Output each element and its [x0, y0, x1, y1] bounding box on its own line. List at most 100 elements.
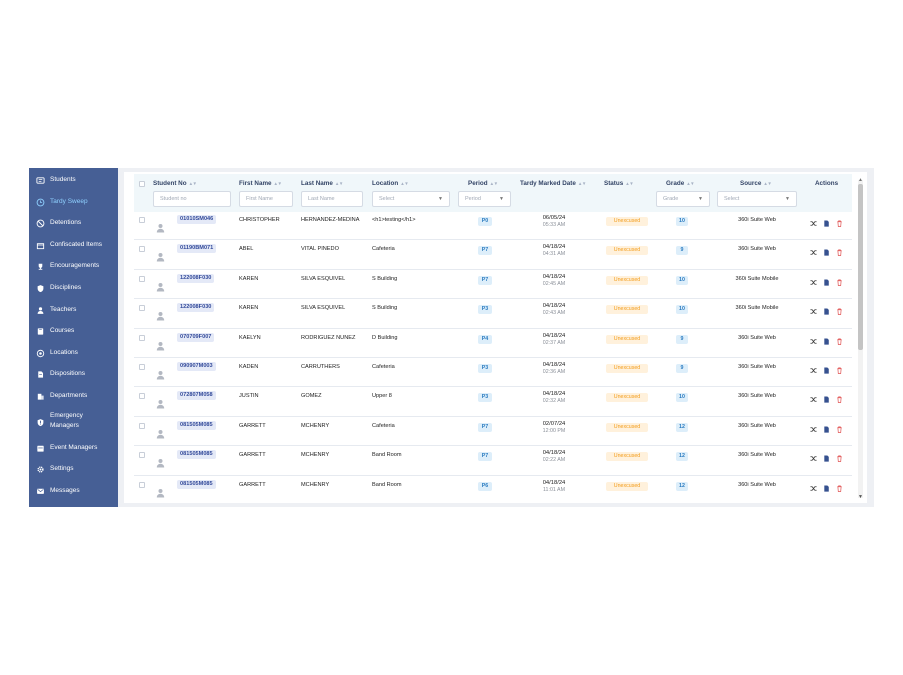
shuffle-icon[interactable]	[810, 367, 817, 374]
student-number[interactable]: 122008F030	[177, 303, 215, 313]
last-name-filter[interactable]: Last Name	[301, 191, 363, 207]
sidebar-item-detentions[interactable]: Detentions	[29, 218, 118, 228]
shuffle-icon[interactable]	[810, 396, 817, 403]
document-icon[interactable]	[823, 485, 830, 492]
shuffle-icon[interactable]	[810, 308, 817, 315]
sidebar-item-tardy-sweep[interactable]: Tardy Sweep	[29, 197, 118, 207]
sidebar-item-settings[interactable]: Settings	[29, 464, 118, 474]
table-row[interactable]: 01010SM046 CHRISTOPHER HERNANDEZ-MEDINA <h1…	[134, 211, 852, 241]
sort-icon[interactable]: ▲▼	[625, 181, 633, 186]
student-number[interactable]: 081505M085	[177, 420, 216, 430]
shuffle-icon[interactable]	[810, 426, 817, 433]
sidebar-item-courses[interactable]: Courses	[29, 326, 118, 336]
student-number[interactable]: 070709F007	[177, 332, 215, 342]
table-row[interactable]: 090907M003 KADEN CARRUTHERS Cafeteria P3 04/1…	[134, 358, 852, 388]
table-row[interactable]: 122008F030 KAREN SILVA ESQUIVEL S Building P…	[134, 299, 852, 329]
student-number[interactable]: 081505M085	[177, 479, 216, 489]
location-select[interactable]: Select ▼	[372, 191, 450, 207]
sort-icon[interactable]: ▲▼	[189, 181, 197, 186]
sidebar-item-disciplines[interactable]: Disciplines	[29, 283, 118, 293]
column-student-no[interactable]: Student No ▲▼	[153, 180, 197, 187]
row-checkbox[interactable]	[139, 481, 145, 488]
column-source[interactable]: Source ▲▼	[740, 180, 772, 187]
document-icon[interactable]	[823, 396, 830, 403]
column-last-name[interactable]: Last Name ▲▼	[301, 180, 343, 187]
trash-icon[interactable]	[836, 396, 843, 404]
scrollbar-thumb[interactable]	[858, 184, 863, 350]
sidebar-item-students[interactable]: Students	[29, 175, 118, 185]
table-row[interactable]: 081505M085 GARRETT MCHENRY Band Room P6 04/18…	[134, 476, 852, 503]
trash-icon[interactable]	[836, 249, 843, 257]
table-row[interactable]: 122008F030 KAREN SILVA ESQUIVEL S Building P…	[134, 270, 852, 300]
sidebar-item-event-managers[interactable]: Event Managers	[29, 443, 118, 453]
source-select[interactable]: Select ▼	[717, 191, 797, 207]
row-checkbox[interactable]	[139, 393, 145, 400]
sidebar-item-dispositions[interactable]: Dispositions	[29, 369, 118, 379]
row-checkbox[interactable]	[139, 364, 145, 370]
sidebar-item-emergency-managers[interactable]: Emergency Managers	[29, 412, 118, 429]
trash-icon[interactable]	[836, 455, 843, 463]
document-icon[interactable]	[823, 249, 830, 256]
scrollbar[interactable]: ▲ ▼	[858, 177, 863, 500]
column-grade[interactable]: Grade ▲▼	[666, 180, 695, 187]
row-checkbox[interactable]	[139, 422, 145, 429]
trash-icon[interactable]	[836, 367, 843, 374]
shuffle-icon[interactable]	[810, 485, 817, 492]
document-icon[interactable]	[823, 426, 830, 433]
trash-icon[interactable]	[836, 308, 843, 316]
document-icon[interactable]	[823, 308, 830, 315]
student-number[interactable]: 072807M058	[177, 391, 216, 401]
sort-icon[interactable]: ▲▼	[490, 181, 498, 186]
column-first-name[interactable]: First Name ▲▼	[239, 180, 282, 187]
grade-select[interactable]: Grade ▼	[656, 191, 710, 207]
sidebar-item-messages[interactable]: Messages	[29, 486, 118, 496]
sidebar-item-locations[interactable]: Locations	[29, 348, 118, 358]
row-checkbox[interactable]	[139, 305, 145, 312]
trash-icon[interactable]	[836, 485, 843, 492]
first-name-filter[interactable]: First Name	[239, 191, 293, 207]
column-location[interactable]: Location ▲▼	[372, 180, 409, 187]
trash-icon[interactable]	[836, 426, 843, 433]
trash-icon[interactable]	[836, 338, 843, 345]
student-number[interactable]: 090907M003	[177, 362, 216, 371]
row-checkbox[interactable]	[139, 275, 145, 282]
sidebar-item-teachers[interactable]: Teachers	[29, 305, 118, 315]
sort-icon[interactable]: ▲▼	[578, 181, 586, 186]
student-number[interactable]: 122008F030	[177, 273, 215, 283]
column-period[interactable]: Period ▲▼	[468, 180, 498, 187]
shuffle-icon[interactable]	[810, 455, 817, 462]
table-row[interactable]: 070709F007 KAELYN RODRIGUEZ NUNEZ D Buildin…	[134, 329, 852, 358]
sort-icon[interactable]: ▲▼	[274, 181, 282, 186]
row-checkbox[interactable]	[139, 217, 145, 223]
period-select[interactable]: Period ▼	[458, 191, 511, 207]
student-number[interactable]: 081505M085	[177, 450, 216, 460]
sort-icon[interactable]: ▲▼	[763, 181, 771, 186]
student-number[interactable]: 01010SM046	[177, 215, 217, 224]
student-number[interactable]: 01190BM071	[177, 244, 217, 254]
trash-icon[interactable]	[836, 279, 843, 286]
document-icon[interactable]	[823, 279, 830, 286]
document-icon[interactable]	[823, 455, 830, 462]
sidebar-item-departments[interactable]: Departments	[29, 391, 118, 401]
shuffle-icon[interactable]	[810, 338, 817, 345]
shuffle-icon[interactable]	[810, 279, 817, 286]
select-all-checkbox[interactable]	[139, 181, 145, 187]
table-row[interactable]: 081505M085 GARRETT MCHENRY Band Room P7 04/18…	[134, 446, 852, 476]
column-status[interactable]: Status ▲▼	[604, 180, 634, 187]
row-checkbox[interactable]	[139, 246, 145, 253]
table-row[interactable]: 081505M085 GARRETT MCHENRY Cafeteria P7 02/07…	[134, 417, 852, 447]
row-checkbox[interactable]	[139, 452, 145, 459]
column-tardy-marked-date[interactable]: Tardy Marked Date ▲▼	[520, 180, 586, 187]
row-checkbox[interactable]	[139, 334, 145, 341]
scroll-up-arrow-icon[interactable]: ▲	[858, 177, 863, 183]
student-no-filter[interactable]: Student no	[153, 191, 231, 207]
sidebar-item-encouragements[interactable]: Encouragements	[29, 261, 118, 271]
shuffle-icon[interactable]	[810, 220, 817, 227]
document-icon[interactable]	[823, 338, 830, 345]
sort-icon[interactable]: ▲▼	[400, 181, 408, 186]
sidebar-item-confiscated-items[interactable]: Confiscated Items	[29, 240, 118, 250]
document-icon[interactable]	[823, 220, 830, 227]
scroll-down-arrow-icon[interactable]: ▼	[858, 494, 863, 500]
shuffle-icon[interactable]	[810, 249, 817, 256]
trash-icon[interactable]	[836, 220, 843, 227]
